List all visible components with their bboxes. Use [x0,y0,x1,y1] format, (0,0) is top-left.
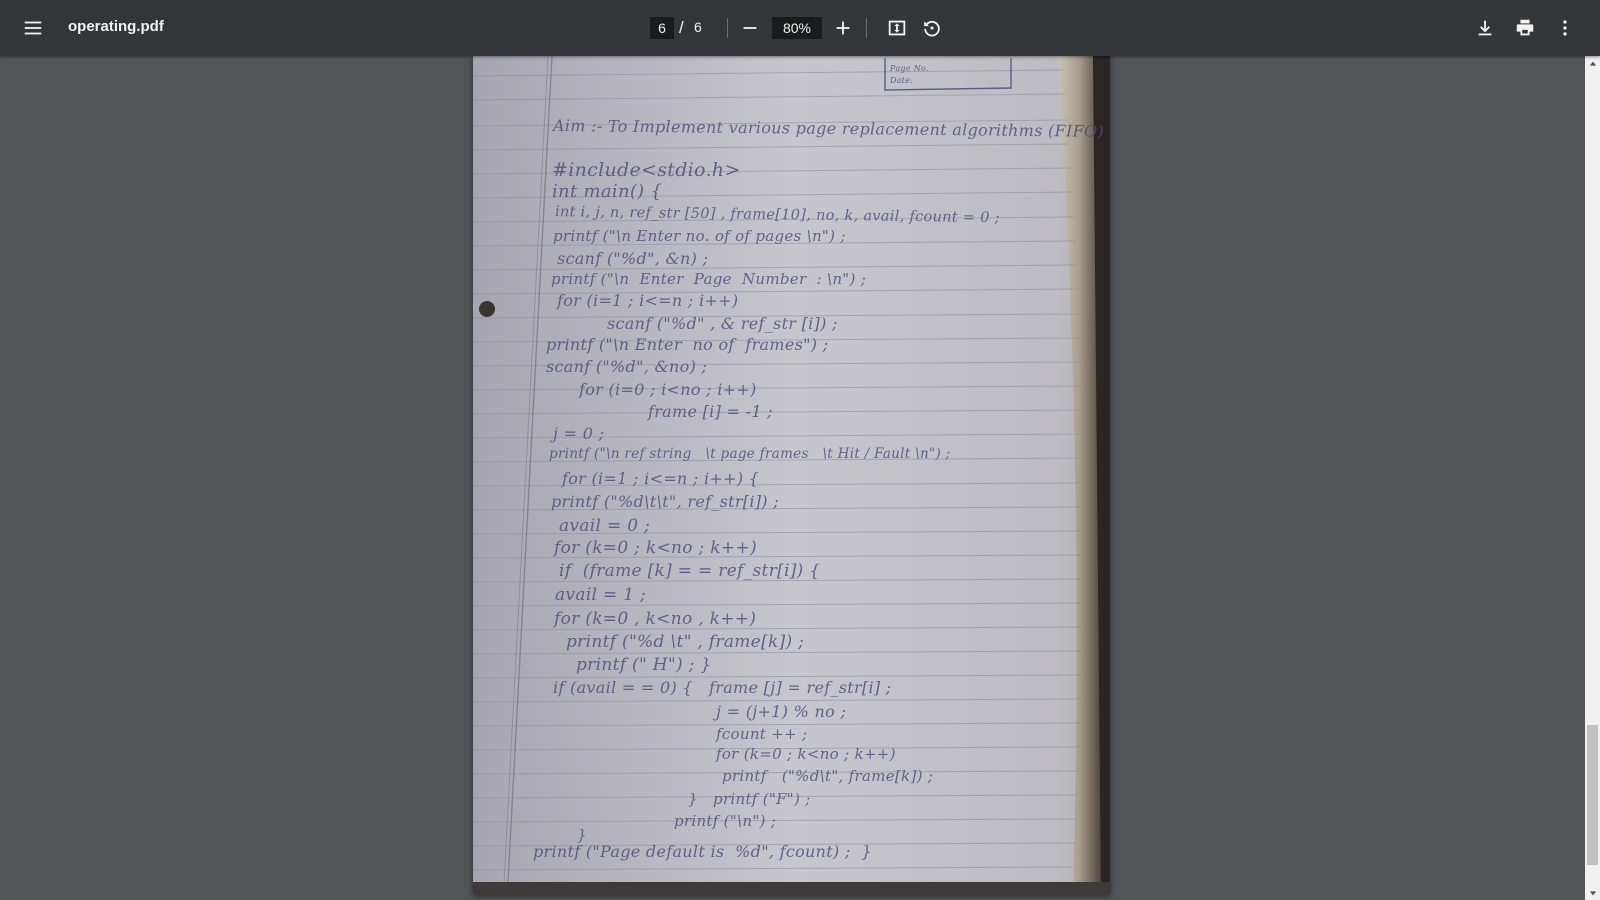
total-pages: 6 [694,19,702,35]
code-line: printf ("%d\t\t", ref_str[i]) ; [551,492,779,511]
scroll-up-icon[interactable] [1585,56,1600,71]
code-line: printf ("%d\t", frame[k]) ; [722,767,934,785]
code-line: for (k=0 ; k<no ; k++) [716,745,896,763]
rotate-icon[interactable] [914,10,950,46]
code-line: printf ("\n ref string \t page frames \t… [549,446,951,462]
document-title: operating.pdf [68,18,164,35]
code-line: int i, j, n, ref_str [50] , frame[10], n… [554,204,1000,227]
pdf-toolbar: operating.pdf / 6 [0,0,1600,56]
code-line: printf ("Page default is %d", fcount) ; … [533,842,872,861]
page-separator: / [679,18,684,37]
vertical-scrollbar[interactable] [1585,56,1600,900]
code-line: #include<stdio.h> [552,159,741,181]
code-line: for (i=1 ; i<=n ; i++) [557,291,739,310]
print-icon[interactable] [1507,10,1543,46]
code-line: for (k=0 ; k<no ; k++) [554,538,757,558]
plus-icon[interactable] [825,10,861,46]
code-line: printf ("%d \t" , frame[k]) ; [566,632,805,652]
zoom-level-input[interactable] [772,17,822,39]
scroll-down-icon[interactable] [1585,885,1600,900]
pdf-page: Page No. Date: Aim :- To Implement vario… [473,56,1110,894]
code-line: printf (" H") ; } [576,655,712,675]
code-line: } printf ("F") ; [688,790,811,808]
code-line: if (avail = = 0) { frame [j] = ref_str[i… [553,678,892,697]
fit-to-page-icon[interactable] [879,10,915,46]
pdf-viewer[interactable]: Page No. Date: Aim :- To Implement vario… [0,56,1600,900]
code-line: int main() { [552,181,663,202]
toolbar-divider [866,18,867,38]
code-line: for (i=1 ; i<=n ; i++) { [562,469,760,488]
code-line: scanf ("%d", &no) ; [546,357,708,376]
code-line: scanf ("%d" , & ref_str [i]) ; [607,314,838,333]
page-no-label: Page No. [890,64,929,73]
toolbar-divider [727,18,728,38]
code-line: scanf ("%d", &n) ; [557,249,709,268]
code-line: printf ("\n Enter Page Number : \n") ; [551,270,867,288]
handwritten-code: Page No. Date: Aim :- To Implement vario… [473,56,1110,894]
code-line: j = 0 ; [553,424,605,443]
code-line: printf ("\n Enter no of frames") ; [546,335,829,354]
code-line: avail = 1 ; [555,585,647,605]
code-line: printf ("\n Enter no. of of pages \n") ; [553,227,846,245]
download-icon[interactable] [1467,10,1503,46]
current-page-input[interactable] [650,17,674,39]
date-label: Date: [890,76,914,85]
minus-icon[interactable] [732,10,768,46]
code-line: frame [i] = -1 ; [648,402,773,421]
code-line: printf ("\n") ; [674,812,777,830]
code-line: fcount ++ ; [716,725,808,743]
code-line: for (i=0 ; i<no ; i++) [579,380,757,399]
code-line: j = (j+1) % no ; [716,702,847,721]
code-line: for (k=0 , k<no , k++) [554,609,757,629]
more-vert-icon[interactable] [1547,10,1583,46]
aim-line: Aim :- To Implement various page replace… [552,116,1105,141]
code-line: avail = 0 ; [559,516,651,536]
menu-icon[interactable] [15,10,51,46]
scroll-thumb[interactable] [1587,725,1598,865]
code-line: if (frame [k] = = ref_str[i]) { [559,561,821,581]
